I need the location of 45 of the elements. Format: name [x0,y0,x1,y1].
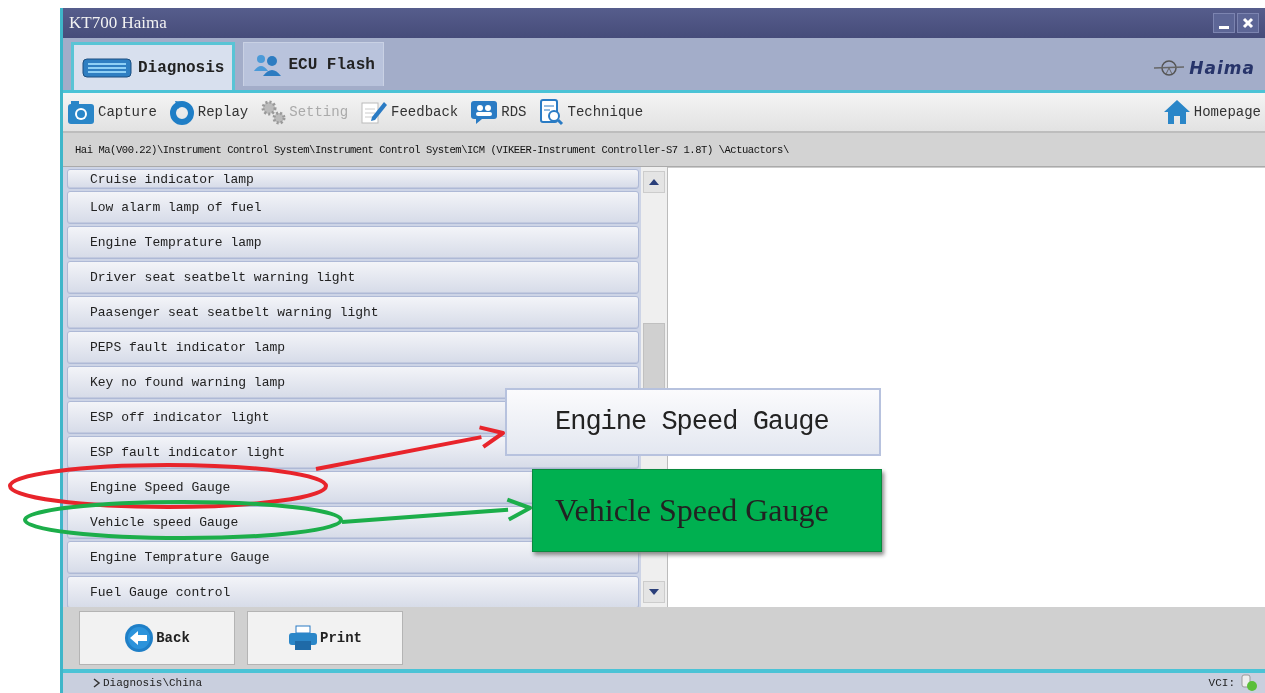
printer-icon [288,625,318,651]
callout-tooltip: Vehicle Speed Gauge [532,469,882,552]
usb-connected-icon [1239,674,1259,692]
close-icon [1242,17,1254,29]
list-item[interactable]: Low alarm lamp of fuel [67,191,639,224]
toolbar-button[interactable]: RDS [470,99,527,125]
list-item[interactable]: Driver seat seatbelt warning light [67,261,639,294]
minimize-icon [1219,25,1229,29]
window-title: KT700 Haima [69,13,167,33]
minimize-button[interactable] [1213,13,1235,33]
list-item[interactable]: Engine Temprature lamp [67,226,639,259]
breadcrumb-path: Hai Ma(V00.22)\Instrument Control System\Instrument Control System\ICM (VIKEER-Instrument Controller-S7 1.8T) \Actuactors\ [75,143,789,156]
toolbar-button[interactable]: Replay [168,99,249,125]
back-button[interactable]: Back [79,611,235,665]
tab[interactable]: Diagnosis [71,42,236,90]
list-item[interactable]: Key no found warning lamp [67,366,639,399]
tab[interactable]: ECU Flash [243,42,384,86]
scroll-down-button[interactable] [643,581,665,603]
caret-down-icon [648,588,660,596]
document-search-icon [538,98,565,126]
toolbar-button[interactable]: Capture [67,99,157,125]
toolbar-button[interactable]: Technique [538,98,644,126]
home-icon [1162,99,1191,125]
gear-icon [260,99,287,125]
toolbar-button[interactable]: Feedback [360,99,459,125]
status-path: Diagnosis\China [103,677,203,689]
people-chat-icon [470,99,499,125]
keyboard-icon [82,56,132,79]
list-item[interactable]: Paasenger seat seatbelt warning light [67,296,639,329]
brand-logo: Haima [1189,58,1255,78]
homepage-button[interactable]: Homepage [1162,99,1261,125]
close-button[interactable] [1237,13,1259,33]
list-item[interactable]: Cruise indicator lamp [67,169,639,189]
pencil-document-icon [360,99,389,125]
callout-tooltip: Engine Speed Gauge [505,388,881,456]
caret-up-icon [648,178,660,186]
scroll-up-button[interactable] [643,171,665,193]
list-item[interactable]: PEPS fault indicator lamp [67,331,639,364]
list-item[interactable]: Fuel Gauge control [67,576,639,607]
chevron-icon [93,678,101,688]
camera-icon [67,99,95,125]
people-icon [252,52,283,77]
print-button[interactable]: Print [247,611,403,665]
list-item[interactable]: Engine Temprature Gauge [67,541,639,574]
vci-label: VCI: [1208,677,1235,689]
